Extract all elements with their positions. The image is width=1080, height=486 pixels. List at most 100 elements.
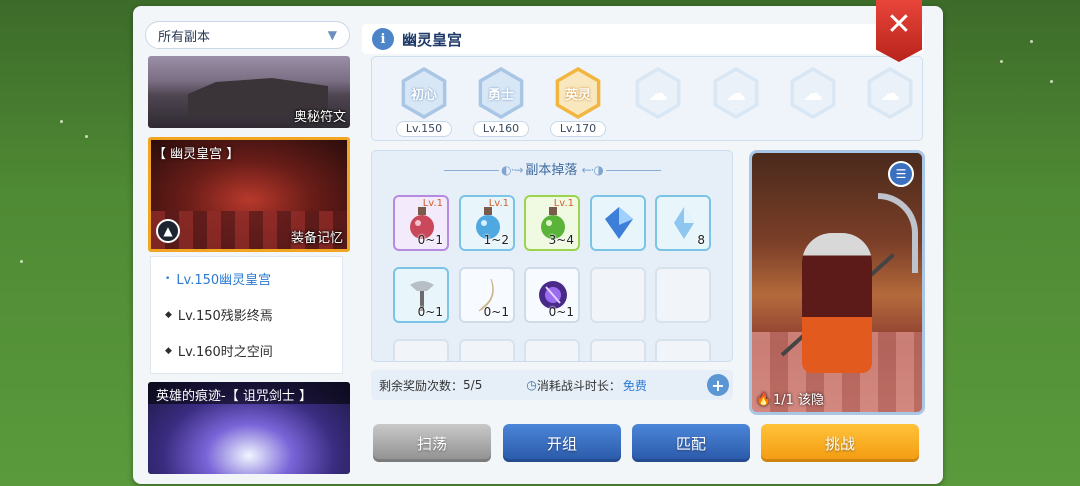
dungeon-card-title: 英雄的痕迹-【 诅咒剑士 】 bbox=[148, 382, 350, 404]
difficulty-selector: 初心 Lv.150 勇士 Lv.160 英灵 Lv.170 ☁ ☁ ☁ ☁ bbox=[371, 56, 923, 141]
active-dot-icon: • bbox=[165, 273, 171, 284]
hexagon-badge-icon: 英灵 bbox=[555, 67, 601, 119]
locked-hexagon-icon: ☁ bbox=[713, 67, 759, 119]
fire-icon: 🔥 bbox=[756, 391, 771, 406]
boss-status: 🔥 1/1 该隐 bbox=[756, 389, 824, 409]
drop-item[interactable] bbox=[590, 195, 646, 251]
item-quantity: 3~4 bbox=[548, 233, 574, 247]
empty-drop-slot bbox=[590, 267, 646, 323]
item-quantity: 0~1 bbox=[417, 305, 443, 319]
grass-decoration bbox=[1030, 40, 1033, 43]
grass-decoration bbox=[85, 135, 88, 138]
empty-drop-slot bbox=[524, 339, 580, 361]
list-icon[interactable]: ☰ bbox=[888, 161, 914, 187]
item-level: Lv.1 bbox=[553, 198, 574, 209]
difficulty-name: 英灵 bbox=[559, 71, 597, 115]
empty-drop-slot bbox=[590, 339, 646, 361]
remaining-rewards-label: 剩余奖励次数： bbox=[379, 378, 464, 393]
sub-level-label: Lv.150残影终焉 bbox=[177, 309, 273, 324]
match-button[interactable]: 匹配 bbox=[632, 424, 750, 462]
dungeon-card-ghost-palace[interactable]: 【 幽灵皇宫 】 ▲ 装备记忆 bbox=[148, 137, 350, 252]
drops-panel: ————— ◐·→ 副本掉落 ←·◑ ————— Lv.1 0~1 Lv.1 1… bbox=[371, 150, 733, 362]
difficulty-level: Lv.170 bbox=[550, 121, 606, 137]
add-time-button[interactable]: + bbox=[707, 374, 729, 396]
drops-title: 副本掉落 bbox=[525, 163, 578, 178]
difficulty-locked[interactable]: ☁ bbox=[862, 67, 918, 139]
drop-item[interactable]: Lv.1 3~4 bbox=[524, 195, 580, 251]
difficulty-name: 初心 bbox=[405, 71, 443, 115]
sub-level-label: Lv.160时之空间 bbox=[177, 345, 273, 360]
drop-item[interactable]: Lv.1 1~2 bbox=[459, 195, 515, 251]
locked-hexagon-icon: ☁ bbox=[635, 67, 681, 119]
grass-decoration bbox=[1000, 60, 1003, 63]
dungeon-filter-dropdown[interactable]: 所有副本 ▼ bbox=[145, 21, 350, 49]
item-quantity: 0~1 bbox=[483, 305, 509, 319]
dungeon-card-tag: 奥秘符文 bbox=[293, 110, 346, 125]
ornament-right-icon: ←·◑ ————— bbox=[581, 163, 661, 177]
dungeon-title: 幽灵皇宫 bbox=[402, 30, 463, 49]
empty-drop-slot bbox=[655, 339, 711, 361]
boss-preview[interactable]: ☰ 🔥 1/1 该隐 bbox=[749, 150, 925, 415]
locked-face-icon: ☁ bbox=[717, 71, 755, 115]
dungeon-filter-label: 所有副本 bbox=[158, 29, 211, 45]
diamond-bullet-icon: ◆ bbox=[165, 345, 172, 356]
locked-face-icon: ☁ bbox=[871, 71, 909, 115]
item-level: Lv.1 bbox=[422, 198, 443, 209]
difficulty-warrior[interactable]: 勇士 Lv.160 bbox=[473, 67, 529, 139]
locked-face-icon: ☁ bbox=[794, 71, 832, 115]
ice-crystal-icon bbox=[674, 207, 694, 239]
dungeon-card-tag: 装备记忆 bbox=[290, 231, 343, 246]
info-icon[interactable]: i bbox=[372, 28, 394, 50]
difficulty-locked[interactable]: ☁ bbox=[630, 67, 686, 139]
empty-drop-slot bbox=[655, 267, 711, 323]
difficulty-level: Lv.160 bbox=[473, 121, 529, 137]
locked-face-icon: ☁ bbox=[639, 71, 677, 115]
locked-hexagon-icon: ☁ bbox=[867, 67, 913, 119]
close-button[interactable]: ✕ bbox=[876, 0, 922, 62]
difficulty-beginner[interactable]: 初心 Lv.150 bbox=[396, 67, 452, 139]
item-quantity: 0~1 bbox=[417, 233, 443, 247]
sub-level-item[interactable]: ◆ Lv.160时之空间 bbox=[165, 341, 273, 360]
empty-drop-slot bbox=[393, 339, 449, 361]
challenge-button[interactable]: 挑战 bbox=[761, 424, 919, 462]
drops-header: ————— ◐·→ 副本掉落 ←·◑ ————— bbox=[372, 159, 732, 178]
chevron-up-icon[interactable]: ▲ bbox=[156, 219, 180, 243]
difficulty-locked[interactable]: ☁ bbox=[708, 67, 764, 139]
sub-level-item[interactable]: ◆ Lv.150残影终焉 bbox=[165, 305, 273, 324]
sub-level-label: Lv.150幽灵皇宫 bbox=[176, 273, 272, 288]
sweep-button[interactable]: 扫荡 bbox=[373, 424, 491, 462]
battle-time-cost-label: 消耗战斗时长： bbox=[536, 378, 621, 393]
blue-crystal-icon bbox=[605, 207, 633, 239]
drop-item[interactable]: Lv.1 0~1 bbox=[393, 195, 449, 251]
sub-level-item[interactable]: • Lv.150幽灵皇宫 bbox=[165, 269, 271, 288]
close-icon: ✕ bbox=[886, 6, 912, 42]
hexagon-badge-icon: 初心 bbox=[401, 67, 447, 119]
sub-level-list: • Lv.150幽灵皇宫 ◆ Lv.150残影终焉 ◆ Lv.160时之空间 bbox=[150, 256, 343, 374]
item-quantity: 1~2 bbox=[483, 233, 509, 247]
chevron-down-icon: ▼ bbox=[327, 28, 337, 42]
boss-figure bbox=[802, 233, 872, 373]
battle-time-cost-value: 免费 bbox=[622, 378, 647, 393]
create-group-button[interactable]: 开组 bbox=[503, 424, 621, 462]
grass-decoration bbox=[20, 260, 23, 263]
drop-item[interactable]: 8 bbox=[655, 195, 711, 251]
clock-icon: ◷ bbox=[526, 378, 537, 392]
hexagon-badge-icon: 勇士 bbox=[478, 67, 524, 119]
difficulty-locked[interactable]: ☁ bbox=[785, 67, 841, 139]
dungeon-card-title: 【 幽灵皇宫 】 bbox=[153, 147, 240, 162]
drop-item[interactable]: 0~1 bbox=[459, 267, 515, 323]
difficulty-hero[interactable]: 英灵 Lv.170 bbox=[550, 67, 606, 139]
dungeon-card-cursed-swordsman[interactable]: 英雄的痕迹-【 诅咒剑士 】 bbox=[148, 382, 350, 474]
empty-drop-slot bbox=[459, 339, 515, 361]
item-quantity: 0~1 bbox=[548, 305, 574, 319]
dungeon-card-mystic-rune[interactable]: 奥秘符文 bbox=[148, 56, 350, 128]
diamond-bullet-icon: ◆ bbox=[165, 309, 172, 320]
difficulty-name: 勇士 bbox=[482, 71, 520, 115]
drop-item[interactable]: 0~1 bbox=[393, 267, 449, 323]
dungeon-name-bar: i 幽灵皇宫 bbox=[362, 24, 924, 54]
drop-item[interactable]: 0~1 bbox=[524, 267, 580, 323]
ornament-left-icon: ————— ◐·→ bbox=[443, 163, 526, 177]
locked-hexagon-icon: ☁ bbox=[790, 67, 836, 119]
item-quantity: 8 bbox=[697, 233, 705, 247]
rewards-bar: 剩余奖励次数： 5/5 ◷ 消耗战斗时长： 免费 + bbox=[371, 370, 733, 400]
